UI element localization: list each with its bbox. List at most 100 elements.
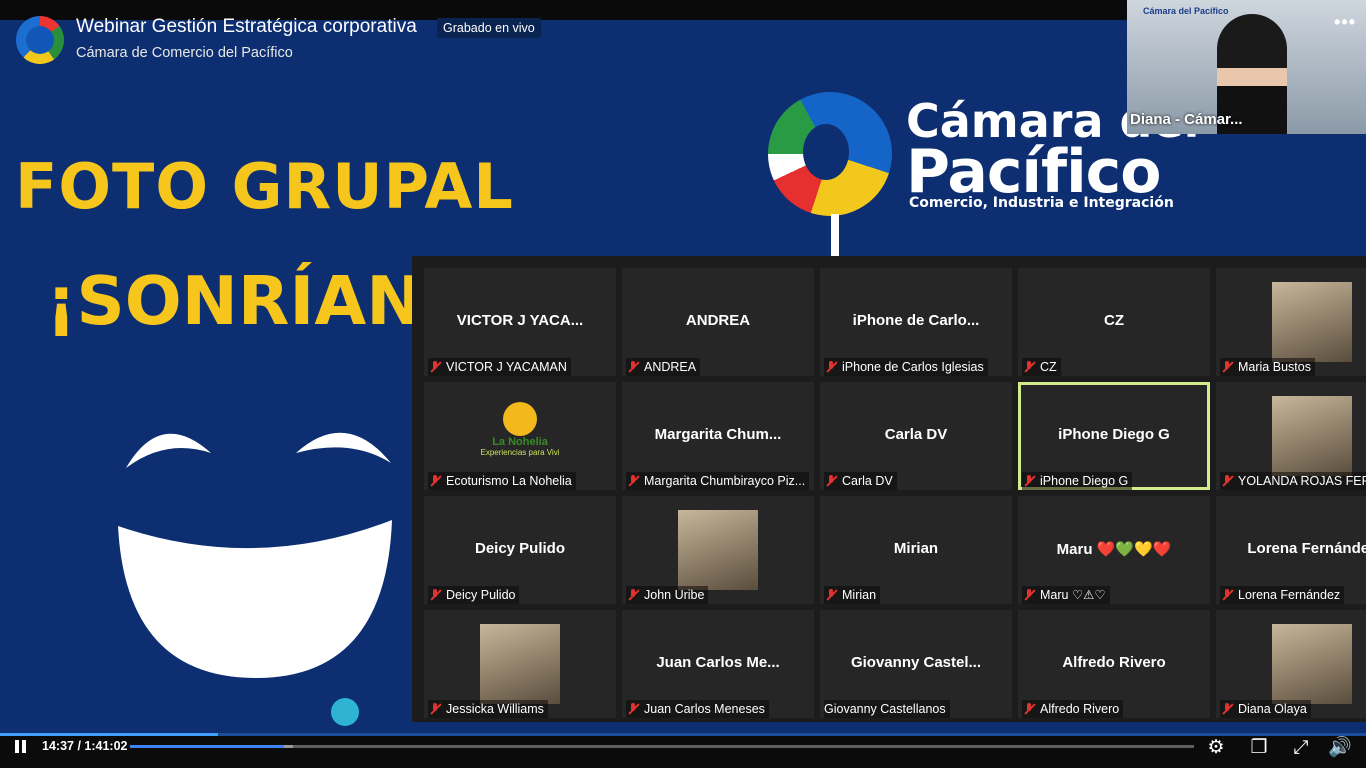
participant-name-label: Maria Bustos xyxy=(1220,358,1315,376)
muted-mic-icon xyxy=(1220,474,1234,488)
muted-mic-icon xyxy=(1022,360,1036,374)
participant-tile[interactable]: Lorena Fernández Lorena Fernández xyxy=(1216,496,1366,604)
participant-name-label: Maru ♡⚠♡ xyxy=(1022,586,1110,604)
muted-mic-icon xyxy=(626,360,640,374)
muted-mic-icon xyxy=(428,360,442,374)
participant-name: YOLANDA ROJAS FERN xyxy=(1238,474,1366,488)
participant-name: Maria Bustos xyxy=(1238,360,1311,374)
participant-display-name: Carla DV xyxy=(884,426,948,443)
muted-mic-icon xyxy=(626,588,640,602)
participant-photo xyxy=(480,624,560,704)
participant-name-label: VICTOR J YACAMAN xyxy=(428,358,571,376)
participant-tile[interactable]: Giovanny Castel... Giovanny Castellanos xyxy=(820,610,1012,718)
participant-display-name: iPhone de Carlo... xyxy=(852,312,980,329)
participant-name-label: Carla DV xyxy=(824,472,897,490)
progress-fill xyxy=(130,745,285,748)
participant-name-label: Ecoturismo La Nohelia xyxy=(428,472,576,490)
participant-name: Mirian xyxy=(842,588,877,602)
participant-photo xyxy=(1272,624,1352,704)
speaker-name: Diana - Cámar... xyxy=(1130,111,1243,128)
participant-tile[interactable]: La Nohelia Experiencias para Vivi Ecoturis… xyxy=(424,382,616,490)
participant-display-name: Maru ❤️💚💛❤️ xyxy=(1056,541,1172,558)
participant-name: Alfredo Rivero xyxy=(1040,702,1120,716)
participant-name-label: Diana Olaya xyxy=(1220,700,1311,718)
participant-name: iPhone de Carlos Iglesias xyxy=(842,360,984,374)
participant-photo xyxy=(1272,282,1352,362)
participant-display-name: Alfredo Rivero xyxy=(1062,654,1166,671)
active-speaker-video[interactable]: Cámara del Pacífico Diana - Cámar... ••• xyxy=(1127,0,1366,134)
participant-tile[interactable]: Maria Bustos xyxy=(1216,268,1366,376)
participant-logo-subtext: Experiencias para Vivi xyxy=(480,448,560,457)
participant-name: Giovanny Castellanos xyxy=(824,702,946,716)
miniplayer-icon[interactable]: ❐ xyxy=(1248,737,1270,759)
slide-heading: FOTO GRUPAL xyxy=(15,150,514,223)
participant-name: Jessicka Williams xyxy=(446,702,544,716)
video-stage[interactable]: Webinar Gestión Estratégica corporativa … xyxy=(0,0,1366,736)
player-controls xyxy=(0,736,1366,768)
participant-name-label: CZ xyxy=(1022,358,1061,376)
progress-bar[interactable] xyxy=(130,745,1194,748)
participant-name-label: ANDREA xyxy=(626,358,701,376)
muted-mic-icon xyxy=(428,702,442,716)
participant-name: CZ xyxy=(1040,360,1057,374)
participant-name: Carla DV xyxy=(842,474,893,488)
muted-mic-icon xyxy=(428,588,442,602)
participant-tile[interactable]: YOLANDA ROJAS FERN xyxy=(1216,382,1366,490)
participant-tile[interactable]: CZ CZ xyxy=(1018,268,1210,376)
muted-mic-icon xyxy=(1022,474,1036,488)
volume-icon[interactable]: 🔊 xyxy=(1328,737,1352,759)
brand-tagline: Comercio, Industria e Integración xyxy=(909,195,1174,211)
fullscreen-icon[interactable]: ⤢ xyxy=(1290,737,1312,759)
participant-display-name: Lorena Fernández xyxy=(1247,540,1366,557)
participant-name-label: Alfredo Rivero xyxy=(1022,700,1124,718)
participant-grid: VICTOR J YACA... VICTOR J YACAMAN ANDREA AN… xyxy=(412,256,1366,722)
muted-mic-icon xyxy=(1022,588,1036,602)
gear-icon[interactable]: ⚙ xyxy=(1205,737,1227,759)
participant-display-name: Mirian xyxy=(893,540,939,557)
participant-tile[interactable]: Margarita Chum... Margarita Chumbirayco P… xyxy=(622,382,814,490)
participant-tile[interactable]: Jessicka Williams xyxy=(424,610,616,718)
participant-tile[interactable]: Juan Carlos Me... Juan Carlos Meneses xyxy=(622,610,814,718)
participant-tile[interactable]: Alfredo Rivero Alfredo Rivero xyxy=(1018,610,1210,718)
participant-name: John Uribe xyxy=(644,588,705,602)
participant-name-label: Giovanny Castellanos xyxy=(824,700,950,718)
muted-mic-icon xyxy=(428,474,442,488)
participant-tile[interactable]: Mirian Mirian xyxy=(820,496,1012,604)
participant-name: Deicy Pulido xyxy=(446,588,516,602)
participant-tile[interactable]: iPhone Diego G iPhone Diego G xyxy=(1018,382,1210,490)
participant-display-name: iPhone Diego G xyxy=(1058,426,1170,443)
participant-name: VICTOR J YACAMAN xyxy=(446,360,567,374)
participant-name-label: iPhone de Carlos Iglesias xyxy=(824,358,988,376)
participant-tile[interactable]: Maru ❤️💚💛❤️ Maru ♡⚠♡ xyxy=(1018,496,1210,604)
participant-tile[interactable]: iPhone de Carlo... iPhone de Carlos Igles… xyxy=(820,268,1012,376)
participant-tile[interactable]: Carla DV Carla DV xyxy=(820,382,1012,490)
participant-tile[interactable]: VICTOR J YACA... VICTOR J YACAMAN xyxy=(424,268,616,376)
channel-name[interactable]: Cámara de Comercio del Pacífico xyxy=(76,45,293,61)
participant-name: Margarita Chumbirayco Piz... xyxy=(644,474,806,488)
participant-display-name: CZ xyxy=(1104,312,1124,329)
channel-logo-icon[interactable] xyxy=(16,16,64,64)
speaker-mini-logo: Cámara del Pacífico xyxy=(1143,6,1229,16)
more-options-icon[interactable]: ••• xyxy=(1334,12,1356,33)
participant-display-name: Margarita Chum... xyxy=(654,426,782,443)
participant-tile[interactable]: John Uribe xyxy=(622,496,814,604)
participant-name: Lorena Fernández xyxy=(1238,588,1341,602)
muted-mic-icon xyxy=(824,588,838,602)
participant-name-label: Jessicka Williams xyxy=(428,700,548,718)
participant-tile[interactable]: ANDREA ANDREA xyxy=(622,268,814,376)
muted-mic-icon xyxy=(824,474,838,488)
participant-display-name: ANDREA xyxy=(685,312,751,329)
participant-tile[interactable]: Diana Olaya xyxy=(1216,610,1366,718)
participant-tile[interactable]: Deicy Pulido Deicy Pulido xyxy=(424,496,616,604)
muted-mic-icon xyxy=(1220,702,1234,716)
participant-display-name: Juan Carlos Me... xyxy=(656,654,780,671)
participant-logo-text: La Nohelia xyxy=(492,436,548,448)
participant-name-label: John Uribe xyxy=(626,586,709,604)
participant-name: Maru ♡⚠♡ xyxy=(1040,588,1106,602)
muted-mic-icon xyxy=(824,360,838,374)
video-title[interactable]: Webinar Gestión Estratégica corporativa xyxy=(76,16,417,38)
participant-display-name: Deicy Pulido xyxy=(474,540,566,557)
pause-icon[interactable] xyxy=(12,738,30,756)
participant-photo xyxy=(1272,396,1352,476)
participant-name: Diana Olaya xyxy=(1238,702,1307,716)
